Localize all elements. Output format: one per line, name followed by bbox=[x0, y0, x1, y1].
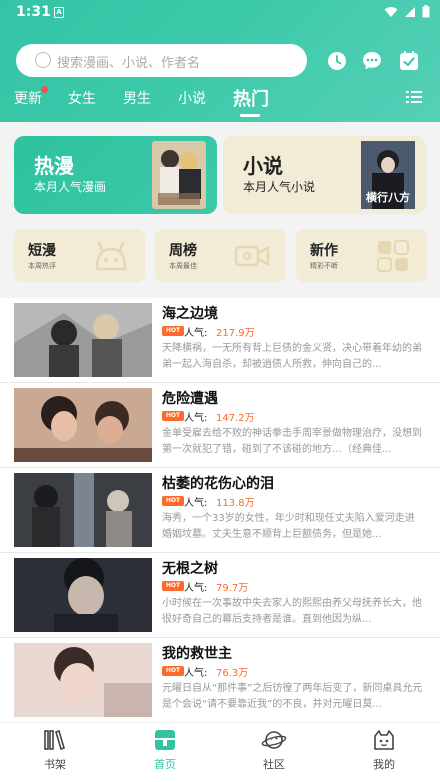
video-camera-icon bbox=[234, 245, 270, 267]
new-dot-badge bbox=[41, 86, 48, 93]
hot-badge: HOT bbox=[162, 581, 184, 591]
new-works-subtitle: 精彩不断 bbox=[310, 262, 338, 270]
comic-description: 金单受雇去给不败的神话拳击手周宰景做物理治疗，没想到第一次就犯了错，碰到了不该碰… bbox=[162, 428, 422, 455]
list-item[interactable]: 我的救世主 HOT 人气: 76.3万 元曜日自从“那件事”之后彷徨了两年后变了… bbox=[0, 638, 440, 722]
bottom-navigation: 书架 首页 社区 我的 bbox=[0, 722, 440, 782]
wifi-icon bbox=[384, 6, 398, 17]
comic-description: 元曜日自从“那件事”之后彷徨了两年后变了，新同桌具允元是个会说“请不要靠近我”的… bbox=[162, 683, 423, 710]
comic-title: 海之边境 bbox=[162, 306, 218, 322]
popularity-label: 人气: bbox=[184, 498, 208, 509]
tab-hot[interactable]: 热门 bbox=[233, 85, 269, 111]
active-tab-indicator bbox=[240, 114, 260, 117]
nav-bookshelf[interactable]: 书架 bbox=[25, 729, 85, 772]
status-time: 1:31 bbox=[16, 4, 51, 20]
comic-description: 天降横祸，一无所有背上巨债的金义贤，决心带着年幼的弟弟一起入海自杀，却被逍债人所… bbox=[162, 343, 422, 370]
comic-thumbnail bbox=[14, 303, 152, 377]
status-bar: 1:31 A bbox=[0, 0, 440, 26]
new-works-title: 新作 bbox=[310, 243, 338, 259]
popular-novels-card[interactable]: 小说 本月人气小说 横行八方 bbox=[223, 136, 426, 214]
comic-title: 无根之树 bbox=[162, 561, 218, 577]
popularity-label: 人气: bbox=[184, 413, 208, 424]
popularity-value: 217.9万 bbox=[216, 328, 255, 339]
hot-comics-title: 热漫 bbox=[34, 154, 74, 178]
hot-badge: HOT bbox=[162, 666, 184, 676]
hot-badge: HOT bbox=[162, 496, 184, 506]
tab-male[interactable]: 男生 bbox=[123, 88, 151, 108]
weekly-ranking-card[interactable]: 周榜 本周最佳 bbox=[155, 229, 286, 282]
home-icon bbox=[155, 730, 175, 750]
comic-title: 我的救世主 bbox=[162, 646, 232, 662]
popularity-value: 79.7万 bbox=[216, 583, 249, 594]
novels-title: 小说 bbox=[243, 154, 283, 178]
notification-icon: A bbox=[54, 7, 64, 18]
nav-profile[interactable]: 我的 bbox=[354, 729, 414, 772]
comic-description: 小时候在一次事故中失去家人的熙熙由养父母抚养长大，他很好奇自己的幕后支持者是谁。… bbox=[162, 598, 422, 625]
comic-description: 海秀，一个33岁的女性，年少时和现任丈夫陷入爱河走进婚姻坟墓。丈夫生意不顺背上巨… bbox=[162, 513, 415, 540]
short-comics-subtitle: 本周热评 bbox=[28, 262, 56, 270]
popularity-value: 76.3万 bbox=[216, 668, 249, 679]
signal-icon bbox=[405, 6, 415, 17]
nav-home[interactable]: 首页 bbox=[135, 729, 195, 772]
hot-badge: HOT bbox=[162, 326, 184, 336]
hot-badge: HOT bbox=[162, 411, 184, 421]
category-tabs: 更新 女生 男生 小说 热门 bbox=[0, 85, 440, 117]
menu-icon[interactable] bbox=[406, 90, 422, 104]
search-icon bbox=[35, 52, 51, 68]
list-item[interactable]: 危险遭遇 HOT 人气: 147.2万 金单受雇去给不败的神话拳击手周宰景做物理… bbox=[0, 383, 440, 468]
hot-comic-cover bbox=[152, 141, 206, 209]
comic-thumbnail bbox=[14, 643, 152, 717]
profile-icon bbox=[374, 730, 394, 750]
community-icon bbox=[261, 731, 287, 749]
novel-cover-title: 横行八方 bbox=[366, 191, 410, 204]
new-works-card[interactable]: 新作 精彩不断 bbox=[296, 229, 427, 282]
novel-cover: 横行八方 bbox=[361, 141, 415, 209]
tab-updates[interactable]: 更新 bbox=[14, 88, 42, 108]
weekly-ranking-title: 周榜 bbox=[169, 243, 197, 259]
comic-thumbnail bbox=[14, 558, 152, 632]
popularity-label: 人气: bbox=[184, 328, 208, 339]
nav-bookshelf-label: 书架 bbox=[44, 758, 66, 771]
list-item[interactable]: 无根之树 HOT 人气: 79.7万 小时候在一次事故中失去家人的熙熙由养父母抚… bbox=[0, 553, 440, 638]
tab-novel[interactable]: 小说 bbox=[178, 88, 206, 108]
popularity-value: 113.8万 bbox=[216, 498, 255, 509]
hot-comics-subtitle: 本月人气漫画 bbox=[34, 180, 107, 194]
short-comics-card[interactable]: 短漫 本周热评 bbox=[14, 229, 145, 282]
message-icon[interactable] bbox=[361, 50, 383, 72]
search-input[interactable]: 搜索漫画、小说、作者名 bbox=[16, 44, 307, 77]
comic-title: 枯萎的花伤心的泪 bbox=[162, 476, 274, 492]
weekly-ranking-subtitle: 本周最佳 bbox=[169, 262, 197, 270]
nav-community[interactable]: 社区 bbox=[244, 729, 304, 772]
nav-profile-label: 我的 bbox=[373, 758, 395, 771]
status-icons bbox=[384, 5, 430, 18]
popularity-label: 人气: bbox=[184, 583, 208, 594]
bookshelf-icon bbox=[44, 729, 65, 751]
comic-list: 海之边境 HOT 人气: 217.9万 天降横祸，一无所有背上巨债的金义贤，决心… bbox=[0, 298, 440, 722]
checkin-icon[interactable] bbox=[398, 50, 420, 72]
hot-comics-card[interactable]: 热漫 本月人气漫画 bbox=[14, 136, 217, 214]
nav-home-label: 首页 bbox=[154, 758, 176, 771]
clock-icon[interactable] bbox=[326, 50, 348, 72]
popularity-value: 147.2万 bbox=[216, 413, 255, 424]
tab-female[interactable]: 女生 bbox=[68, 88, 96, 108]
battery-icon bbox=[422, 5, 430, 18]
short-comics-title: 短漫 bbox=[28, 243, 56, 259]
novels-subtitle: 本月人气小说 bbox=[243, 180, 316, 194]
comic-thumbnail bbox=[14, 473, 152, 547]
search-placeholder: 搜索漫画、小说、作者名 bbox=[57, 56, 201, 71]
list-item[interactable]: 海之边境 HOT 人气: 217.9万 天降横祸，一无所有背上巨债的金义贤，决心… bbox=[0, 298, 440, 383]
popularity-label: 人气: bbox=[184, 668, 208, 679]
grid-icon bbox=[377, 240, 409, 272]
comic-thumbnail bbox=[14, 388, 152, 462]
comic-title: 危险遭遇 bbox=[162, 391, 218, 407]
mascot-icon bbox=[95, 241, 127, 271]
list-item[interactable]: 枯萎的花伤心的泪 HOT 人气: 113.8万 海秀，一个33岁的女性，年少时和… bbox=[0, 468, 440, 553]
app-header: 1:31 A 搜索漫画、小说、作者名 更新 女生 男生 小说 热门 bbox=[0, 0, 440, 122]
nav-community-label: 社区 bbox=[263, 758, 285, 771]
